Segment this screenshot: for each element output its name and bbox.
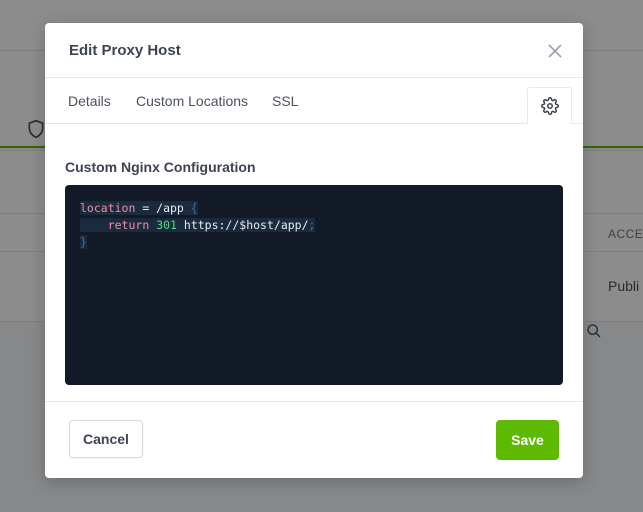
code-number: 301 — [156, 218, 177, 232]
custom-nginx-config-label: Custom Nginx Configuration — [65, 159, 256, 175]
tab-custom-locations[interactable]: Custom Locations — [136, 93, 248, 109]
save-button[interactable]: Save — [496, 420, 559, 460]
code-semicolon: ; — [308, 218, 316, 232]
code-line: location = /app { — [80, 200, 548, 217]
tab-ssl[interactable]: SSL — [272, 93, 298, 109]
tab-advanced[interactable] — [527, 87, 572, 124]
code-text: https://$host/app/ — [176, 218, 309, 232]
cancel-button[interactable]: Cancel — [69, 420, 143, 458]
close-icon[interactable] — [545, 41, 565, 61]
code-text: = /app — [135, 201, 191, 215]
code-keyword: return — [107, 218, 150, 232]
modal-footer: Cancel Save — [45, 401, 583, 478]
code-brace: { — [190, 201, 198, 215]
edit-proxy-host-modal: Edit Proxy Host Details Custom Locations… — [45, 23, 583, 478]
modal-title: Edit Proxy Host — [69, 42, 181, 59]
code-line: } — [80, 234, 548, 251]
modal-tabs: Details Custom Locations SSL — [45, 78, 583, 124]
modal-header: Edit Proxy Host — [45, 23, 583, 78]
code-line: return 301 https://$host/app/; — [80, 217, 548, 234]
code-brace: } — [80, 235, 87, 249]
nginx-config-editor[interactable]: location = /app { return 301 https://$ho… — [65, 185, 563, 385]
gear-icon — [541, 97, 559, 115]
tab-details[interactable]: Details — [68, 93, 111, 109]
code-keyword: location — [80, 201, 136, 215]
